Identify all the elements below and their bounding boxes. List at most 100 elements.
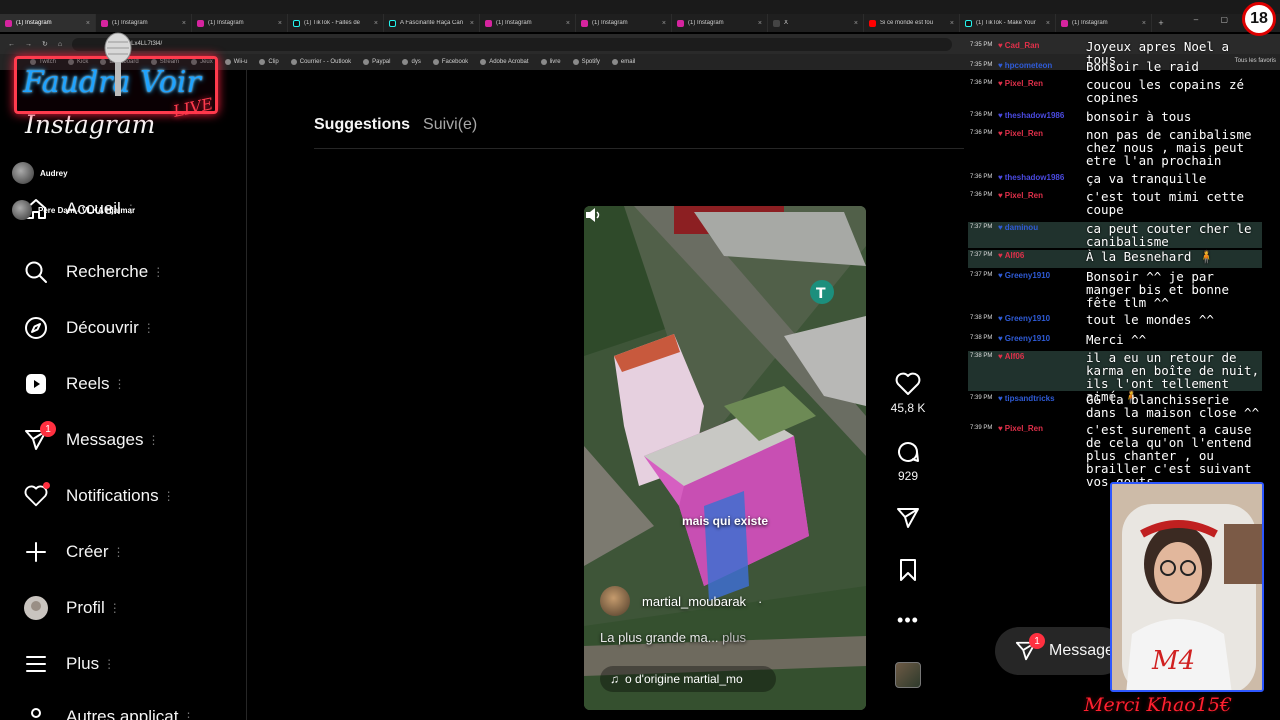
bookmark-item[interactable]: Wii-u: [224, 59, 248, 65]
instagram-logo[interactable]: Instagram: [25, 110, 155, 139]
sidebar-item-recherche[interactable]: Recherche ⋮: [24, 257, 164, 287]
browser-tab[interactable]: (1) Instagram ×: [576, 14, 672, 32]
chat-username[interactable]: ♥ daminou: [998, 223, 1038, 232]
chat-username[interactable]: ♥ Greeny1910: [998, 271, 1050, 280]
chat-username[interactable]: ♥ Pixel_Ren: [998, 79, 1043, 88]
browser-tab[interactable]: X ×: [768, 14, 864, 32]
forward-icon[interactable]: →: [25, 41, 32, 48]
close-tab-icon[interactable]: ×: [758, 20, 762, 27]
back-icon[interactable]: ←: [8, 41, 15, 48]
url-field[interactable]: reels/DLx4LL7t3l4/: [72, 37, 953, 51]
tab-following[interactable]: Suivi(e): [423, 116, 477, 134]
chat-badge-icon: ♥: [998, 129, 1003, 138]
bookmark-label: Wii-u: [233, 59, 248, 65]
bookmark-item[interactable]: Spotify: [572, 59, 600, 65]
new-tab-button[interactable]: +: [1152, 18, 1170, 28]
chat-username[interactable]: ♥ tipsandtricks: [998, 394, 1055, 403]
sidebar-item-profil[interactable]: Profil ⋮: [24, 593, 121, 623]
chat-username[interactable]: ♥ Alf06: [998, 251, 1024, 260]
audio-thumbnail[interactable]: [895, 662, 921, 688]
drag-handle-icon: ⋮: [112, 545, 125, 559]
chat-message: 7:35 PM ♥ hpcometeon Bonsoir le raid: [968, 60, 1262, 78]
heart-icon[interactable]: [895, 372, 921, 396]
more-options-icon[interactable]: •••: [884, 610, 932, 631]
sidebar-item-reels[interactable]: Reels ⋮: [24, 369, 125, 399]
sidebar-item-messages[interactable]: 1 Messages ⋮: [24, 421, 159, 455]
tab-suggestions[interactable]: Suggestions: [314, 116, 410, 134]
sidebar-item-cr-er[interactable]: Créer ⋮: [24, 537, 125, 567]
bookmark-item[interactable]: Facebook: [432, 59, 468, 65]
bookmark-item[interactable]: Courrier - - Outlook: [290, 59, 351, 65]
bookmark-item[interactable]: dys: [402, 59, 421, 65]
bookmark-item[interactable]: Paypal: [363, 59, 390, 65]
close-tab-icon[interactable]: ×: [182, 20, 186, 27]
reel-author[interactable]: martial_moubarak ·: [600, 586, 762, 616]
browser-tab[interactable]: (1) Instagram ×: [96, 14, 192, 32]
chat-username[interactable]: ♥ theshadow1986: [998, 111, 1064, 120]
sidebar-item-plus[interactable]: Plus ⋮: [24, 649, 115, 679]
author-avatar[interactable]: [600, 586, 630, 616]
chat-username[interactable]: ♥ Cad_Ran: [998, 41, 1039, 50]
bookmark-icon: [224, 59, 231, 65]
author-name[interactable]: martial_moubarak: [642, 594, 746, 609]
notification-badge: 1: [40, 421, 56, 437]
close-tab-icon[interactable]: ×: [470, 20, 474, 27]
close-tab-icon[interactable]: ×: [662, 20, 666, 27]
sidebar-item-autres-applicat[interactable]: Autres applicat ⋮: [24, 702, 194, 720]
chat-username[interactable]: ♥ theshadow1986: [998, 173, 1064, 182]
close-tab-icon[interactable]: ×: [86, 20, 90, 27]
save-action[interactable]: [884, 558, 932, 582]
browser-tab[interactable]: (1) TikTok - Make Your ×: [960, 14, 1056, 32]
close-tab-icon[interactable]: ×: [374, 20, 378, 27]
bookmark-item[interactable]: Adobe Acrobat: [480, 59, 529, 65]
browser-tab[interactable]: (1) Instagram ×: [480, 14, 576, 32]
volume-icon[interactable]: [584, 206, 602, 224]
drag-handle-icon: ⋮: [103, 657, 116, 671]
comment-action[interactable]: 929: [884, 440, 932, 483]
reel-audio-text: o d'origine martial_mo: [625, 672, 743, 686]
close-tab-icon[interactable]: ×: [950, 20, 954, 27]
bookmark-item[interactable]: livre: [540, 59, 561, 65]
reel-video[interactable]: T mais qui existe martial_moubarak · La …: [584, 206, 866, 710]
browser-tab[interactable]: A Fascinante Raça Can ×: [384, 14, 480, 32]
browser-tab[interactable]: (1) Instagram ×: [192, 14, 288, 32]
chat-timestamp: 7:35 PM: [970, 62, 993, 68]
account-chip-name: Audrey: [40, 168, 68, 178]
close-tab-icon[interactable]: ×: [1046, 20, 1050, 27]
sidebar-item-notifications[interactable]: Notifications ⋮: [24, 481, 175, 511]
reel-audio-pill[interactable]: ♫ o d'origine martial_mo: [600, 666, 776, 692]
close-tab-icon[interactable]: ×: [854, 20, 858, 27]
instagram-icon: [677, 19, 684, 27]
like-action[interactable]: 45,8 K: [884, 372, 932, 415]
close-tab-icon[interactable]: ×: [1142, 20, 1146, 27]
window-controls[interactable]: – ▢: [1194, 15, 1238, 24]
browser-tab[interactable]: Si ce monde est fou ×: [864, 14, 960, 32]
bookmark-icon: [290, 59, 297, 65]
drag-handle-icon: ⋮: [142, 321, 155, 335]
share-action[interactable]: [884, 506, 932, 530]
reload-icon[interactable]: ↻: [42, 40, 48, 48]
chat-username[interactable]: ♥ Alf06: [998, 352, 1024, 361]
comment-icon[interactable]: [896, 440, 920, 464]
chat-username[interactable]: ♥ Pixel_Ren: [998, 129, 1043, 138]
bookmark-item[interactable]: Clip: [259, 59, 279, 65]
reel-more-link[interactable]: plus: [722, 630, 746, 645]
browser-tab[interactable]: (1) TikTok - Faites de ×: [288, 14, 384, 32]
close-tab-icon[interactable]: ×: [278, 20, 282, 27]
browser-tab[interactable]: (1) Instagram ×: [1056, 14, 1152, 32]
chat-username[interactable]: ♥ Greeny1910: [998, 334, 1050, 343]
messages-floating-button[interactable]: 1 Messages: [995, 627, 1125, 675]
home-icon[interactable]: ⌂: [58, 41, 62, 48]
bookmark-item[interactable]: email: [611, 59, 635, 65]
close-tab-icon[interactable]: ×: [566, 20, 570, 27]
sidebar-item-d-couvrir[interactable]: Découvrir ⋮: [24, 313, 155, 343]
send-icon[interactable]: [896, 506, 920, 530]
chat-username[interactable]: ♥ hpcometeon: [998, 61, 1052, 70]
chat-username[interactable]: ♥ Pixel_Ren: [998, 424, 1043, 433]
browser-tab[interactable]: (1) Instagram ×: [672, 14, 768, 32]
browser-tab[interactable]: (1) Instagram ×: [0, 14, 96, 32]
bookmark-icon[interactable]: [897, 558, 919, 582]
chat-username[interactable]: ♥ Greeny1910: [998, 314, 1050, 323]
sidebar-item-label: Reels: [66, 374, 110, 393]
chat-username[interactable]: ♥ Pixel_Ren: [998, 191, 1043, 200]
